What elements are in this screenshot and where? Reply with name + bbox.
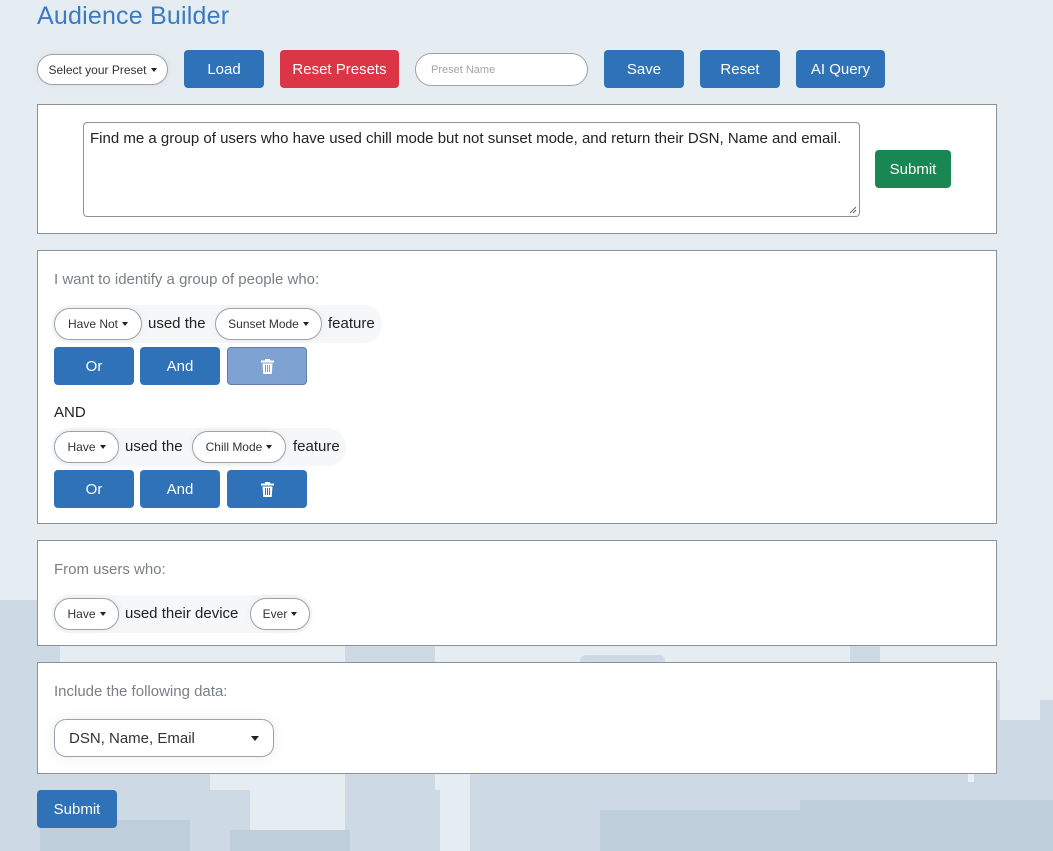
caret-down-icon <box>99 612 106 616</box>
rule-2-feature-select[interactable]: Chill Mode <box>192 431 286 463</box>
rule-1-or-button[interactable]: Or <box>54 347 134 385</box>
resize-grip-icon[interactable] <box>849 206 857 214</box>
connector-and: AND <box>54 404 86 421</box>
include-data-label: DSN, Name, Email <box>69 729 195 747</box>
device-usage-heading: From users who: <box>54 561 166 578</box>
caret-down-icon <box>266 445 273 449</box>
device-have-select[interactable]: Have <box>54 598 119 630</box>
device-period-label: Ever <box>262 607 288 621</box>
ai-query-submit-button[interactable]: Submit <box>875 150 951 188</box>
trash-icon <box>260 358 274 374</box>
caret-down-icon <box>251 735 259 741</box>
caret-down-icon <box>302 322 309 326</box>
rule-2-feature-label: Chill Mode <box>205 440 263 454</box>
rule-2-used-the: used the <box>125 438 183 455</box>
rule-1-feature-text: feature <box>328 315 375 332</box>
include-data-heading: Include the following data: <box>54 683 228 700</box>
ai-query-button[interactable]: AI Query <box>796 50 885 88</box>
device-have-label: Have <box>67 607 96 621</box>
rule-1-have-select[interactable]: Have Not <box>54 308 142 340</box>
trash-icon <box>260 481 274 497</box>
rule-2-delete-button[interactable] <box>227 470 307 508</box>
rule-2-have-select[interactable]: Have <box>54 431 119 463</box>
reset-button[interactable]: Reset <box>700 50 780 88</box>
rule-1-have-label: Have Not <box>67 317 119 331</box>
load-button[interactable]: Load <box>184 50 264 88</box>
device-usage-panel: From users who: Have used their device E… <box>37 540 997 646</box>
rule-2-have-label: Have <box>67 440 96 454</box>
page-title: Audience Builder <box>37 2 230 30</box>
rule-1-feature-select[interactable]: Sunset Mode <box>215 308 322 340</box>
rule-1-feature-label: Sunset Mode <box>228 317 299 331</box>
rule-1-delete-button[interactable] <box>227 347 307 385</box>
caret-down-icon <box>122 322 129 326</box>
caret-down-icon <box>291 612 298 616</box>
rule-2-feature-text: feature <box>293 438 340 455</box>
preset-name-input[interactable]: Preset Name <box>415 53 588 86</box>
rule-2-or-button[interactable]: Or <box>54 470 134 508</box>
save-button[interactable]: Save <box>604 50 684 88</box>
preset-select-label: Select your Preset <box>48 62 147 77</box>
caret-down-icon <box>99 445 106 449</box>
rule-1-used-the: used the <box>148 315 206 332</box>
caret-down-icon <box>150 67 157 72</box>
ai-query-panel: Find me a group of users who have used c… <box>37 104 997 234</box>
ai-query-text: Find me a group of users who have used c… <box>90 130 842 147</box>
submit-button[interactable]: Submit <box>37 790 117 828</box>
preset-select[interactable]: Select your Preset <box>37 54 168 85</box>
rule-2-and-button[interactable]: And <box>140 470 220 508</box>
used-device-text: used their device <box>125 605 239 622</box>
conditions-panel: I want to identify a group of people who… <box>37 250 997 524</box>
rule-1-and-button[interactable]: And <box>140 347 220 385</box>
reset-presets-button[interactable]: Reset Presets <box>280 50 399 88</box>
include-data-select[interactable]: DSN, Name, Email <box>54 719 274 757</box>
ai-query-textarea[interactable]: Find me a group of users who have used c… <box>83 122 860 217</box>
include-data-panel: Include the following data: DSN, Name, E… <box>37 662 997 774</box>
conditions-heading: I want to identify a group of people who… <box>54 271 320 288</box>
device-period-select[interactable]: Ever <box>250 598 310 630</box>
